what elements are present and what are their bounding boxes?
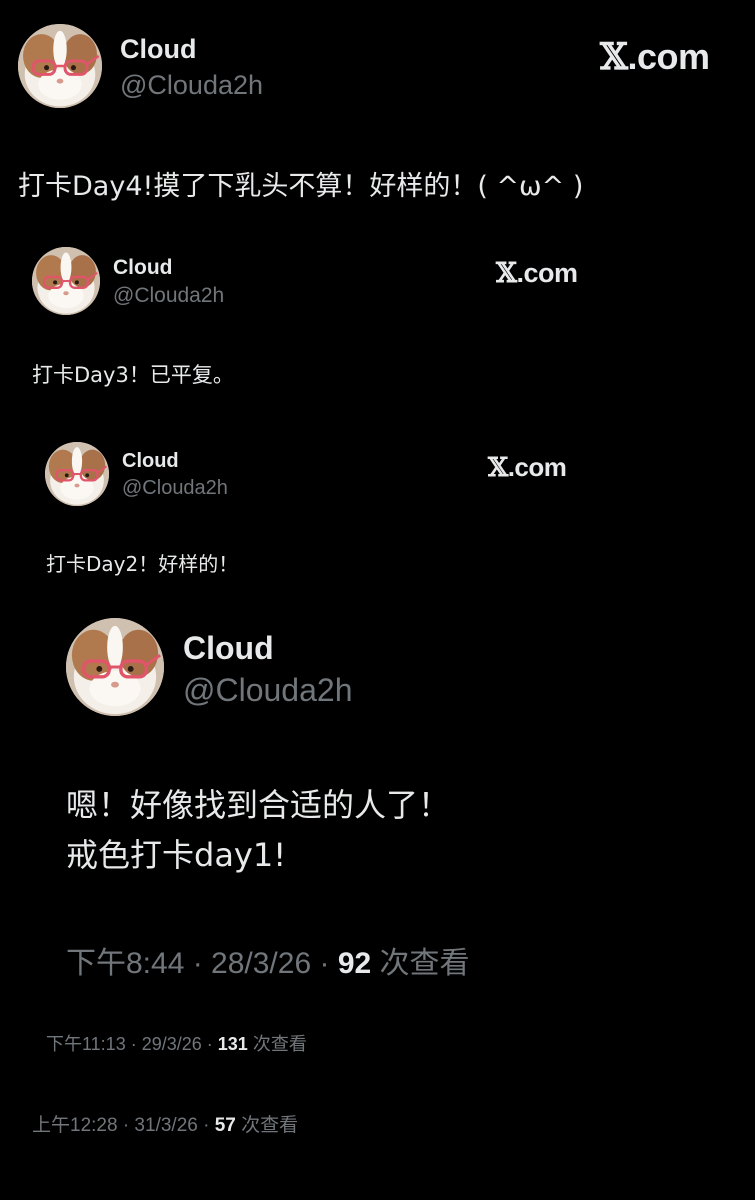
view-count: 131 [217, 1034, 248, 1054]
view-count: 92 [337, 947, 372, 980]
guinea-pig-avatar-icon [45, 442, 109, 506]
author-name[interactable]: Cloud [183, 630, 274, 667]
x-com-brand: 𝕏.com [496, 258, 578, 289]
tweet-text: 打卡Day2！好样的！ [46, 552, 239, 576]
avatar[interactable] [32, 247, 100, 315]
tweet-text: 打卡Day3！已平复。 [32, 363, 234, 387]
tweet-meta: 上午12:28 · 31/3/26 · 57 次查看 [32, 1110, 298, 1137]
avatar[interactable] [18, 24, 102, 108]
author-name[interactable]: Cloud [122, 450, 179, 473]
guinea-pig-avatar-icon [32, 247, 100, 315]
brand-domain: .com [627, 36, 710, 77]
brand-domain: .com [507, 452, 567, 482]
tweet-meta: 下午11:13 · 29/3/26 · 131 次查看 [46, 1030, 307, 1056]
guinea-pig-avatar-icon [18, 24, 102, 108]
x-logo-icon: 𝕏 [488, 453, 508, 483]
author-name[interactable]: Cloud [113, 256, 172, 280]
view-label: 次查看 [247, 1034, 307, 1054]
tweet-text-line-2: 戒色打卡day1! [66, 836, 287, 874]
author-handle[interactable]: @Clouda2h [113, 284, 224, 308]
tweet-timestamp[interactable]: 下午11:13 · 29/3/26 · [46, 1034, 218, 1054]
tweet-timestamp[interactable]: 下午8:44 · 28/3/26 · [66, 947, 338, 980]
guinea-pig-avatar-icon [66, 618, 164, 716]
avatar[interactable] [66, 618, 164, 716]
x-com-brand: 𝕏.com [600, 36, 710, 78]
author-handle[interactable]: @Clouda2h [122, 477, 228, 500]
x-com-brand: 𝕏.com [488, 452, 567, 483]
avatar[interactable] [45, 442, 109, 506]
view-count: 57 [214, 1115, 236, 1136]
tweet-timestamp[interactable]: 上午12:28 · 31/3/26 · [32, 1115, 215, 1136]
author-name[interactable]: Cloud [120, 34, 196, 65]
brand-domain: .com [516, 258, 578, 288]
tweet-text: 打卡Day4!摸了下乳头不算！好样的！( ^ω^ ) [18, 171, 584, 202]
view-label: 次查看 [235, 1115, 299, 1136]
view-label: 次查看 [371, 947, 470, 980]
tweet-meta: 下午8:44 · 28/3/26 · 92 次查看 [66, 938, 470, 982]
author-handle[interactable]: @Clouda2h [183, 672, 352, 709]
tweet-text-line-1: 嗯！好像找到合适的人了！ [66, 786, 451, 824]
author-handle[interactable]: @Clouda2h [120, 70, 263, 101]
x-logo-icon: 𝕏 [496, 258, 517, 289]
x-logo-icon: 𝕏 [600, 36, 628, 78]
